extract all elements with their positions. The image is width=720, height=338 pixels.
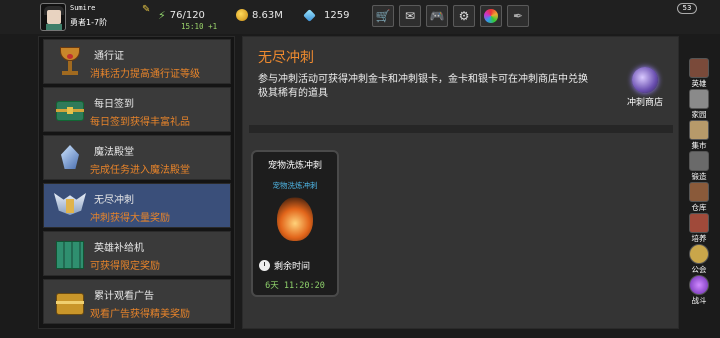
gold-value: 8.63M: [252, 9, 283, 21]
treasure-chest-icon: [54, 93, 86, 127]
event-title: 通行证: [94, 51, 124, 62]
battle-portal-icon: [689, 275, 709, 295]
nav-guild[interactable]: 公会: [683, 244, 715, 274]
market-icon: [689, 120, 709, 140]
event-desc: 完成任务进入魔法殿堂: [90, 165, 190, 176]
sprint-shop-button[interactable]: 冲刺商店: [617, 67, 673, 115]
hero-icon: [689, 58, 709, 78]
quill-button[interactable]: ✒: [507, 5, 529, 27]
lightning-icon: ⚡: [158, 9, 166, 22]
nav-label: 家园: [691, 110, 707, 119]
nav-label: 锻造: [691, 172, 707, 181]
settings-button[interactable]: ⚙: [453, 5, 475, 27]
shop-cart-button[interactable]: 🛒: [372, 5, 394, 27]
top-bar: Sumire 勇者1-7阶 ✎ ⚡ 76/120 15:10 +1 8.63M …: [0, 0, 720, 34]
color-wheel-icon: [484, 9, 498, 23]
shop-cart-icon: 🛒: [375, 9, 391, 23]
event-item-magic-hall[interactable]: 魔法殿堂 完成任务进入魔法殿堂: [43, 135, 231, 180]
gem-value: 1259: [324, 9, 350, 21]
nav-battle[interactable]: 战斗: [683, 275, 715, 305]
home-icon: [689, 89, 709, 109]
nav-label: 仓库: [691, 203, 707, 212]
remaining-time: 6天 11:20:20: [265, 281, 325, 291]
gear-icon: ⚙: [458, 9, 470, 23]
event-desc: 消耗活力提高通行证等级: [90, 69, 200, 80]
nav-forge[interactable]: 锻造: [683, 151, 715, 181]
gamepad-icon: 🎮: [429, 9, 445, 23]
event-title: 无尽冲刺: [94, 195, 134, 206]
sprint-shop-icon: [632, 67, 658, 93]
nav-train[interactable]: 培养: [683, 213, 715, 243]
crystal-icon: [54, 141, 86, 175]
avatar[interactable]: [40, 3, 66, 31]
nav-label: 公会: [691, 265, 707, 274]
color-button[interactable]: [480, 5, 502, 27]
event-desc: 冲刺获得大量奖励: [90, 213, 170, 224]
nav-label: 集市: [691, 141, 707, 150]
event-description: 参与冲刺活动可获得冲刺金卡和冲刺银卡，金卡和银卡可在冲刺商店中兑换极其稀有的道具: [258, 74, 588, 99]
nav-label: 培养: [691, 234, 707, 243]
flame-crystal-icon: [277, 197, 313, 241]
feather-icon: ✒: [512, 9, 524, 23]
event-item-endless-sprint[interactable]: 无尽冲刺 冲刺获得大量奖励: [43, 183, 231, 228]
stamina-timer: 15:10 +1: [181, 22, 218, 31]
event-item-watch-ads[interactable]: 累计观看广告 观看广告获得精美奖励: [43, 279, 231, 324]
gamepad-button[interactable]: 🎮: [426, 5, 448, 27]
event-title: 每日签到: [94, 99, 134, 110]
gem-display: 1259: [303, 7, 350, 23]
guild-icon: [689, 244, 709, 264]
event-item-hero-supply[interactable]: 英雄补给机 可获得限定奖励: [43, 231, 231, 276]
event-title: 魔法殿堂: [94, 147, 134, 158]
event-title: 英雄补给机: [94, 243, 144, 254]
event-desc: 观看广告获得精美奖励: [90, 309, 190, 320]
event-detail-panel: 无尽冲刺 参与冲刺活动可获得冲刺金卡和冲刺银卡，金卡和银卡可在冲刺商店中兑换极其…: [242, 36, 679, 329]
event-item-pass[interactable]: 通行证 消耗活力提高通行证等级: [43, 39, 231, 84]
nav-warehouse[interactable]: 仓库: [683, 182, 715, 212]
stamina-value: 76/120: [169, 9, 205, 21]
remaining-label: 剩余时间: [274, 262, 311, 272]
goblet-icon: [54, 45, 86, 79]
username: Sumire: [70, 4, 96, 12]
event-heading: 无尽冲刺: [258, 50, 314, 66]
card-title: 宠物洗炼冲刺: [267, 161, 322, 171]
nav-hero[interactable]: 英雄: [683, 58, 715, 88]
nav-market[interactable]: 集市: [683, 120, 715, 150]
stamina-display: ⚡ 76/120: [158, 7, 205, 23]
green-machine-icon: [54, 237, 86, 271]
warehouse-icon: [689, 182, 709, 202]
divider: [249, 125, 673, 133]
event-title: 累计观看广告: [94, 291, 154, 302]
event-list: 通行证 消耗活力提高通行证等级 每日签到 每日签到获得丰富礼品 魔法殿堂 完成任…: [38, 36, 235, 329]
winged-shield-icon: [54, 189, 86, 223]
mail-button[interactable]: ✉: [399, 5, 421, 27]
gold-coin-icon: [236, 9, 248, 21]
edit-icon[interactable]: ✎: [142, 4, 150, 15]
sprint-shop-label: 冲刺商店: [626, 98, 663, 108]
message-count-badge[interactable]: 53: [677, 3, 697, 14]
user-rank: 勇者1-7阶: [70, 18, 108, 27]
nav-home[interactable]: 家园: [683, 89, 715, 119]
mail-icon: ✉: [404, 9, 416, 23]
remaining-time-row: 剩余时间: [259, 259, 310, 272]
gold-display: 8.63M: [236, 7, 283, 23]
train-icon: [689, 213, 709, 233]
nav-label: 战斗: [691, 296, 707, 305]
sprint-card[interactable]: 宠物洗炼冲刺 宠物洗炼冲刺 剩余时间 6天 11:20:20: [251, 150, 339, 297]
event-item-daily-checkin[interactable]: 每日签到 每日签到获得丰富礼品: [43, 87, 231, 132]
event-desc: 每日签到获得丰富礼品: [90, 117, 190, 128]
event-desc: 可获得限定奖励: [90, 261, 160, 272]
gold-chest-icon: [54, 285, 86, 319]
anvil-icon: [689, 151, 709, 171]
gem-icon: [303, 8, 316, 22]
card-subtitle: 宠物洗炼冲刺: [272, 181, 318, 190]
clock-icon: [259, 260, 270, 271]
nav-label: 英雄: [691, 79, 707, 88]
